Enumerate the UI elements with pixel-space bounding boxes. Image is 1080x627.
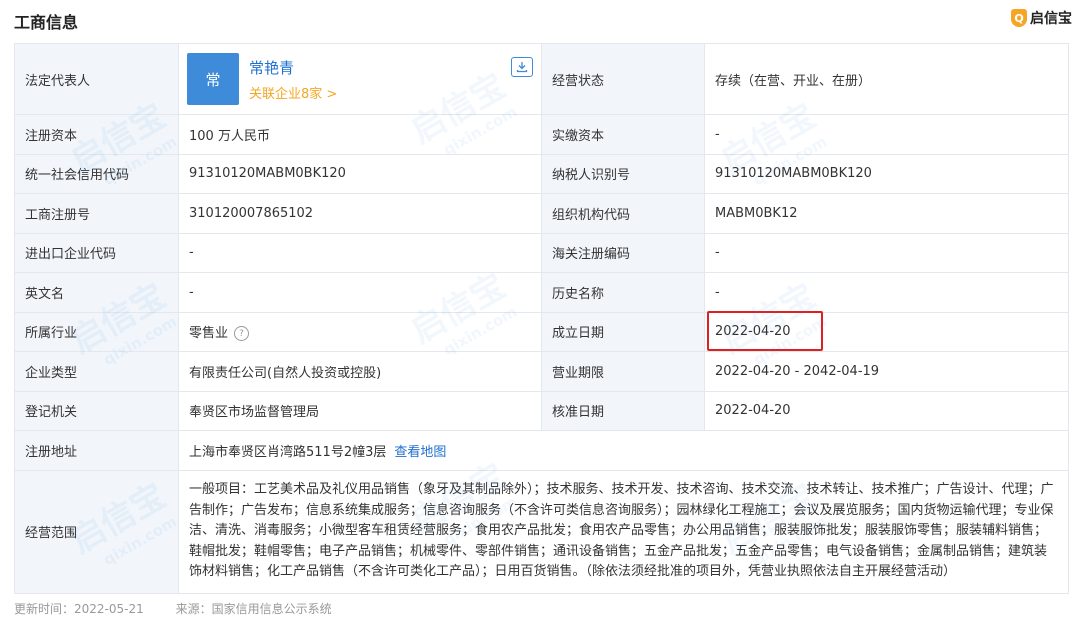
update-time: 更新时间：2022-05-21 <box>14 602 144 616</box>
table-row: 经营范围 一般项目：工艺美术品及礼仪用品销售（象牙及其制品除外）；技术服务、技术… <box>14 469 1069 594</box>
row-value: - <box>178 272 542 313</box>
page-title: 工商信息 <box>14 13 79 32</box>
row-value: 奉贤区市场监督管理局 <box>178 390 542 431</box>
row-label: 所属行业 <box>14 311 179 352</box>
table-row: 登记机关 奉贤区市场监督管理局 核准日期 2022-04-20 <box>14 390 1069 431</box>
legal-rep-name-link[interactable]: 常艳青 <box>249 57 337 78</box>
scope-label: 经营范围 <box>14 469 179 594</box>
row-value: 91310120MABM0BK120 <box>704 153 1069 194</box>
row-value: 2022-04-20 <box>704 390 1069 431</box>
row-label: 成立日期 <box>541 311 705 352</box>
legal-rep-label: 法定代表人 <box>14 43 179 115</box>
row-label: 核准日期 <box>541 390 705 431</box>
row-label: 企业类型 <box>14 351 179 392</box>
row-label: 实缴资本 <box>541 114 705 155</box>
data-source: 来源：国家信用信息公示系统 <box>175 602 332 616</box>
highlighted-date: 2022-04-20 <box>707 311 823 352</box>
row-label: 海关注册编码 <box>541 232 705 273</box>
related-companies-link[interactable]: 关联企业8家 > <box>249 83 337 102</box>
row-value: MABM0BK12 <box>704 193 1069 234</box>
table-row: 所属行业 零售业? 成立日期 2022-04-20 <box>14 311 1069 352</box>
table-row: 企业类型 有限责任公司(自然人投资或控股) 营业期限 2022-04-20 - … <box>14 351 1069 392</box>
table-row: 统一社会信用代码 91310120MABM0BK120 纳税人识别号 91310… <box>14 153 1069 194</box>
row-value: - <box>704 114 1069 155</box>
help-icon[interactable]: ? <box>234 326 250 342</box>
download-icon[interactable] <box>511 57 533 77</box>
row-value: 100 万人民币 <box>178 114 542 155</box>
address-cell: 上海市奉贤区肖湾路511号2幢3层 查看地图 <box>178 430 1069 471</box>
row-value: 310120007865102 <box>178 193 542 234</box>
table-row: 工商注册号 310120007865102 组织机构代码 MABM0BK12 <box>14 193 1069 234</box>
row-label: 组织机构代码 <box>541 193 705 234</box>
view-map-link[interactable]: 查看地图 <box>394 445 446 460</box>
row-value: - <box>704 272 1069 313</box>
row-label: 历史名称 <box>541 272 705 313</box>
industry-value: 零售业 <box>189 326 229 342</box>
table-row: 注册地址 上海市奉贤区肖湾路511号2幢3层 查看地图 <box>14 430 1069 471</box>
row-value: - <box>178 232 542 273</box>
row-label: 注册资本 <box>14 114 179 155</box>
status-label: 经营状态 <box>541 43 705 115</box>
header: 工商信息 Q 启信宝 <box>0 0 1080 40</box>
row-label: 工商注册号 <box>14 193 179 234</box>
brand-logo[interactable]: Q 启信宝 <box>1011 8 1072 28</box>
founded-date-cell: 2022-04-20 <box>704 311 1069 352</box>
row-label: 统一社会信用代码 <box>14 153 179 194</box>
address-value: 上海市奉贤区肖湾路511号2幢3层 <box>189 444 387 460</box>
table-row: 法定代表人 常 常艳青 关联企业8家 > 经营状态 存续（在营、开业、在册） <box>14 43 1069 115</box>
brand-name: 启信宝 <box>1030 11 1072 27</box>
highlight-box <box>707 311 823 352</box>
brand-icon: Q <box>1011 9 1027 27</box>
table-row: 进出口企业代码 - 海关注册编码 - <box>14 232 1069 273</box>
row-value: 91310120MABM0BK120 <box>178 153 542 194</box>
row-label: 英文名 <box>14 272 179 313</box>
address-label: 注册地址 <box>14 430 179 471</box>
row-value: 有限责任公司(自然人投资或控股) <box>178 351 542 392</box>
row-value: 2022-04-20 - 2042-04-19 <box>704 351 1069 392</box>
avatar[interactable]: 常 <box>187 53 239 105</box>
row-value: - <box>704 232 1069 273</box>
row-label: 纳税人识别号 <box>541 153 705 194</box>
industry-cell: 零售业? <box>178 311 542 352</box>
row-label: 登记机关 <box>14 390 179 431</box>
status-value: 存续（在营、开业、在册） <box>704 43 1069 115</box>
business-info-table: 法定代表人 常 常艳青 关联企业8家 > 经营状态 存续（在营、开业、在册） 注… <box>14 43 1069 594</box>
row-label: 营业期限 <box>541 351 705 392</box>
table-row: 注册资本 100 万人民币 实缴资本 - <box>14 114 1069 155</box>
legal-rep-cell: 常 常艳青 关联企业8家 > <box>178 43 542 115</box>
row-label: 进出口企业代码 <box>14 232 179 273</box>
table-row: 英文名 - 历史名称 - <box>14 272 1069 313</box>
download-arrow-icon <box>516 62 528 73</box>
scope-value: 一般项目：工艺美术品及礼仪用品销售（象牙及其制品除外）；技术服务、技术开发、技术… <box>178 469 1069 594</box>
footer: 更新时间：2022-05-21 来源：国家信用信息公示系统 <box>14 600 360 617</box>
